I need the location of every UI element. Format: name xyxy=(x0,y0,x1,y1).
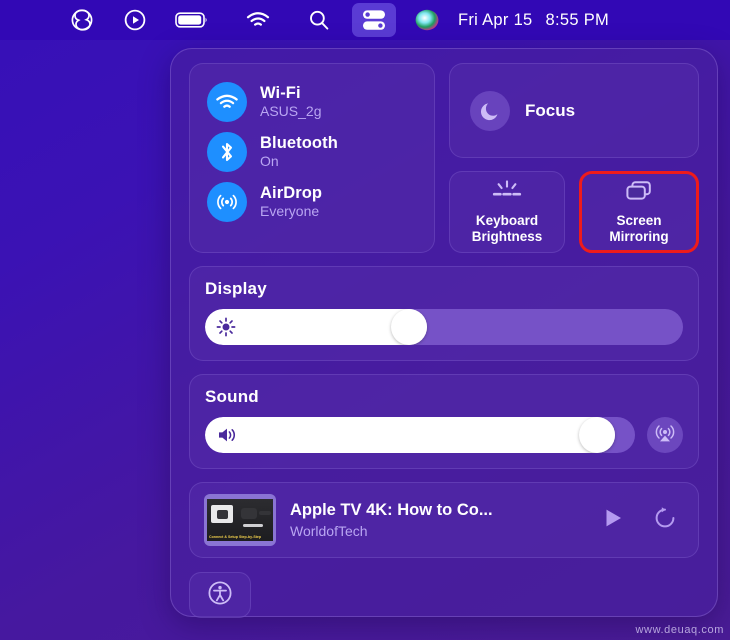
menubar-item-siri[interactable] xyxy=(406,3,448,37)
display-brightness-slider[interactable] xyxy=(205,309,683,345)
menubar-item-creative-cloud[interactable] xyxy=(62,3,102,37)
siri-icon xyxy=(413,7,441,33)
bluetooth-status: On xyxy=(260,152,279,169)
screen-mirroring-tile[interactable]: Screen Mirroring xyxy=(579,171,699,253)
keyboard-brightness-label-line2: Brightness xyxy=(471,229,543,244)
menu-bar: Fri Apr 15 8:55 PM xyxy=(0,0,730,40)
focus-label: Focus xyxy=(525,100,576,120)
wifi-icon xyxy=(207,82,247,122)
control-center-panel: Wi-Fi ASUS_2g Bluetooth On AirDrop Every… xyxy=(170,48,718,618)
accessibility-icon xyxy=(206,579,234,612)
display-card: Display xyxy=(189,266,699,361)
watermark: www.deuaq.com xyxy=(635,624,724,636)
menubar-time: 8:55 PM xyxy=(545,10,610,29)
connectivity-row-wifi[interactable]: Wi-Fi ASUS_2g xyxy=(190,77,434,127)
airdrop-visibility: Everyone xyxy=(260,202,320,219)
now-playing-card[interactable]: Connect & Setup Step-by-Step Apple TV 4K… xyxy=(189,482,699,558)
play-icon xyxy=(600,505,626,536)
now-playing-artwork-caption: Connect & Setup Step-by-Step xyxy=(209,534,262,539)
menubar-item-wifi[interactable] xyxy=(238,3,278,37)
search-icon xyxy=(307,8,331,32)
battery-icon xyxy=(175,10,209,30)
now-playing-play-button[interactable] xyxy=(594,505,632,536)
screen-mirroring-label-line1: Screen xyxy=(616,213,662,229)
bluetooth-icon xyxy=(207,132,247,172)
control-center-icon xyxy=(359,7,389,33)
airdrop-title: AirDrop xyxy=(260,184,323,203)
screen-mirroring-icon xyxy=(623,179,655,208)
creative-cloud-icon xyxy=(69,7,95,33)
focus-tile[interactable]: Focus xyxy=(449,63,699,158)
connectivity-row-airdrop[interactable]: AirDrop Everyone xyxy=(190,177,434,227)
sound-airplay-button[interactable] xyxy=(647,417,683,453)
wifi-icon xyxy=(245,10,271,30)
menubar-item-control-center[interactable] xyxy=(352,3,396,37)
accessibility-button[interactable] xyxy=(189,572,251,618)
sound-card: Sound xyxy=(189,374,699,469)
menubar-date: Fri Apr 15 xyxy=(458,10,533,29)
keyboard-brightness-label-line1: Keyboard xyxy=(475,213,539,229)
menubar-clock[interactable]: Fri Apr 15 8:55 PM xyxy=(458,11,609,30)
now-playing-title: Apple TV 4K: How to Co... xyxy=(290,500,493,519)
now-playing-artwork: Connect & Setup Step-by-Step xyxy=(204,494,276,546)
connectivity-card: Wi-Fi ASUS_2g Bluetooth On AirDrop Every… xyxy=(189,63,435,253)
keyboard-brightness-icon xyxy=(490,179,524,208)
airplay-icon xyxy=(654,422,676,449)
connectivity-row-bluetooth[interactable]: Bluetooth On xyxy=(190,127,434,177)
keyboard-brightness-tile[interactable]: Keyboard Brightness xyxy=(449,171,565,253)
sound-volume-slider[interactable] xyxy=(205,417,635,453)
menubar-item-battery[interactable] xyxy=(168,3,216,37)
display-title: Display xyxy=(205,279,267,298)
sound-title: Sound xyxy=(205,387,259,406)
bluetooth-title: Bluetooth xyxy=(260,134,338,153)
play-circle-icon xyxy=(123,8,147,32)
wifi-title: Wi-Fi xyxy=(260,84,301,103)
wifi-network-name: ASUS_2g xyxy=(260,102,322,119)
menubar-item-search[interactable] xyxy=(300,3,338,37)
now-playing-artist: WorldofTech xyxy=(290,522,368,539)
screen-mirroring-label-line2: Mirroring xyxy=(609,229,669,244)
replay-icon xyxy=(652,505,678,536)
now-playing-replay-button[interactable] xyxy=(646,505,684,536)
speaker-icon xyxy=(216,425,240,450)
menubar-item-play[interactable] xyxy=(116,3,154,37)
moon-icon xyxy=(470,90,510,131)
airdrop-icon xyxy=(207,182,247,222)
brightness-icon xyxy=(216,317,236,342)
